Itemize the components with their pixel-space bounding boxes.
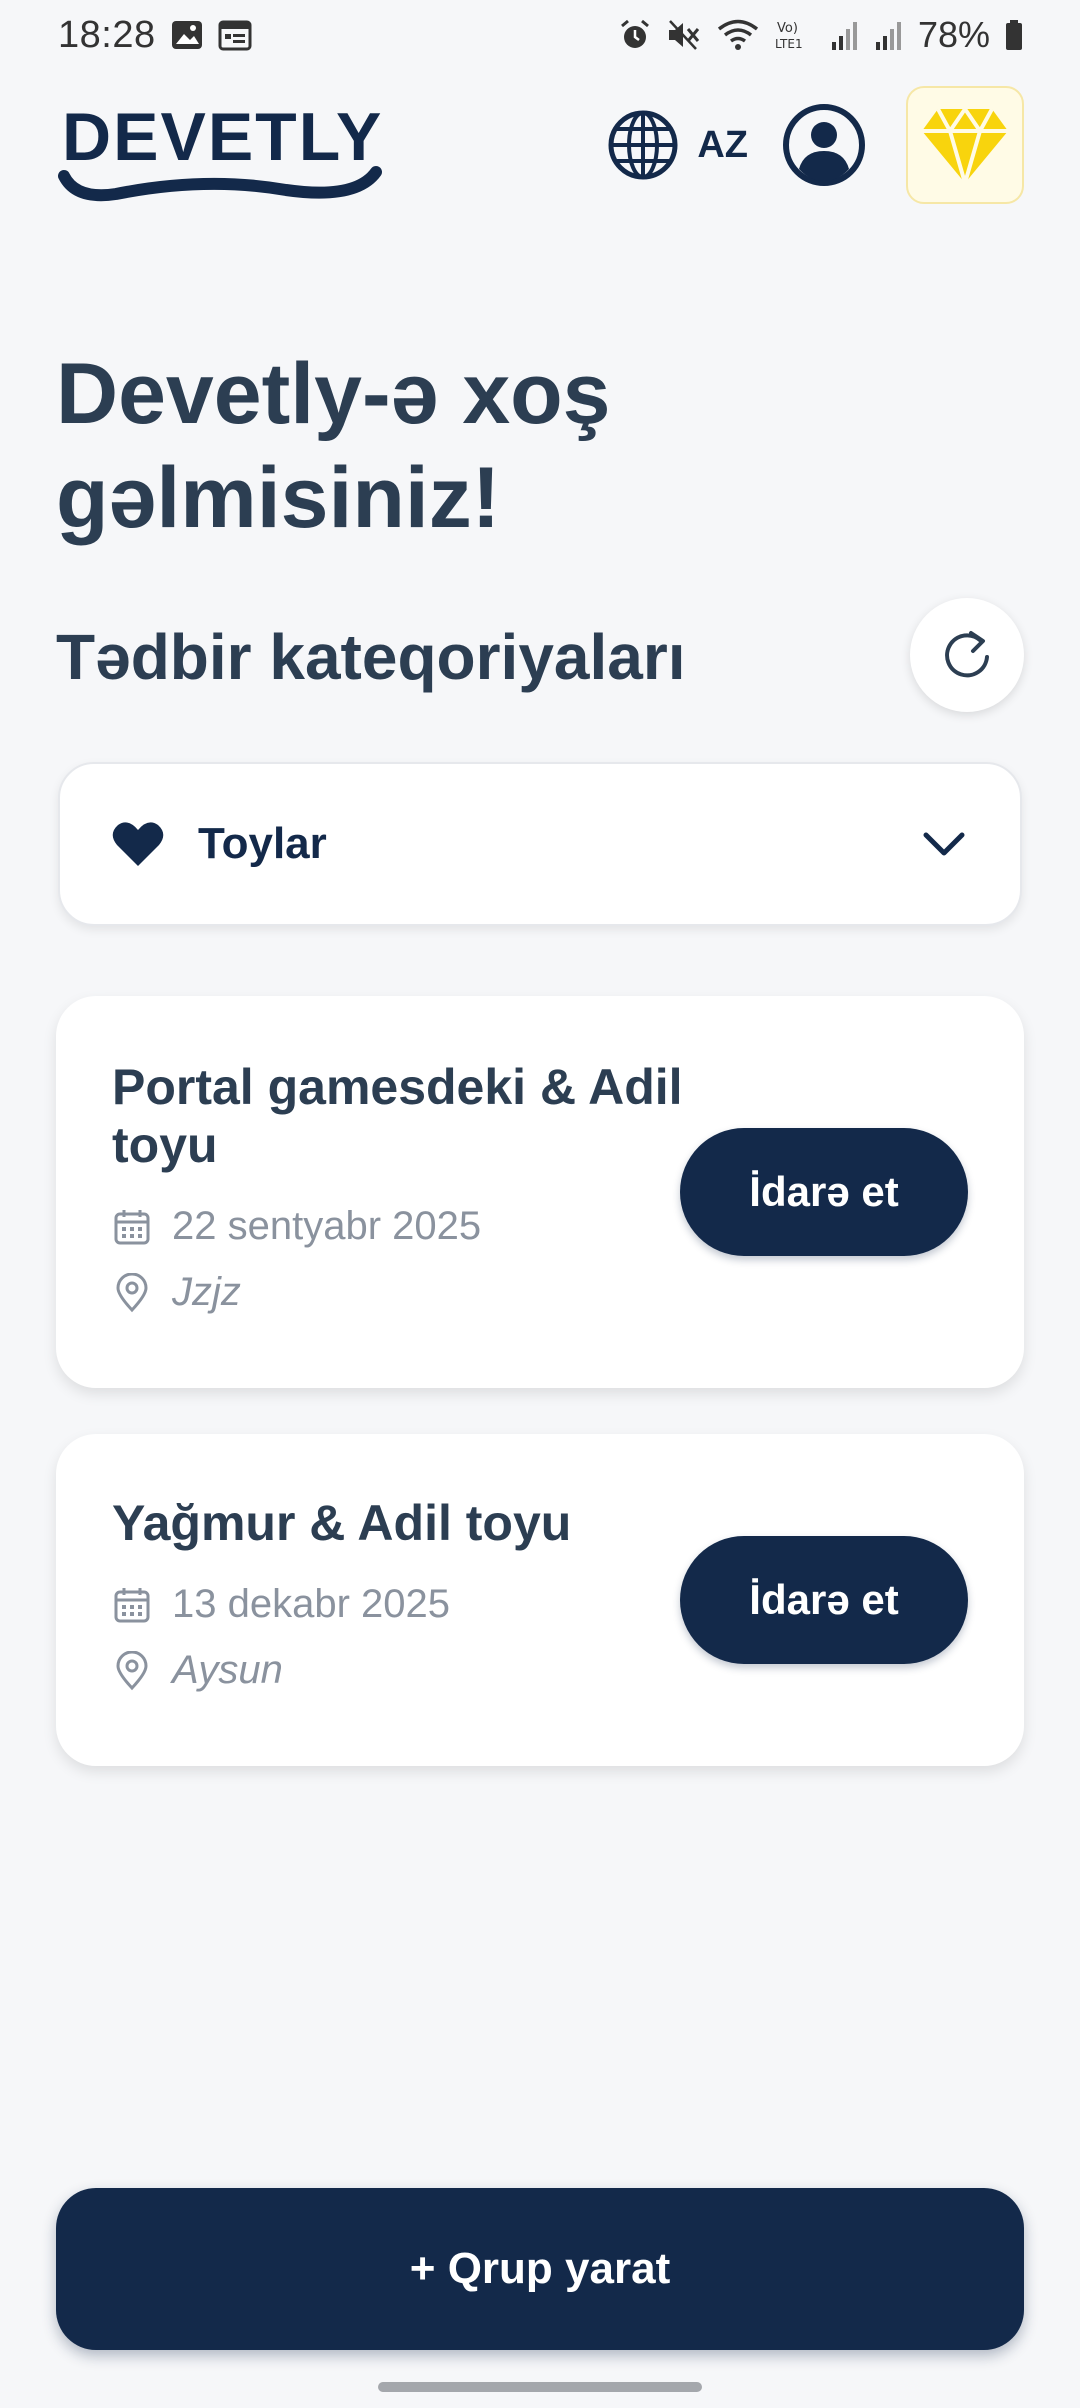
- alarm-icon: [618, 18, 652, 52]
- home-indicator[interactable]: [378, 2382, 702, 2392]
- user-circle-icon: [782, 103, 866, 187]
- event-date-row: 13 dekabr 2025: [114, 1582, 450, 1627]
- map-pin-icon: [114, 1650, 150, 1691]
- devetly-logo[interactable]: DEVETLY: [56, 84, 396, 206]
- language-code: AZ: [697, 123, 748, 166]
- calendar-notification-icon: [218, 18, 252, 52]
- event-location-row: Aysun: [114, 1648, 283, 1693]
- heart-icon: [112, 820, 164, 868]
- header-actions: AZ: [607, 86, 1024, 204]
- status-left: 18:28: [58, 14, 252, 57]
- status-time: 18:28: [58, 13, 156, 56]
- event-date-row: 22 sentyabr 2025: [114, 1204, 481, 1249]
- event-location: Aysun: [172, 1648, 283, 1692]
- app-header: DEVETLY AZ: [56, 84, 1024, 206]
- event-location-row: Jzjz: [114, 1270, 241, 1315]
- refresh-button[interactable]: [910, 598, 1024, 712]
- svg-text:Vo): Vo): [777, 21, 798, 36]
- event-title: Yağmur & Adil toyu: [112, 1495, 572, 1551]
- category-dropdown[interactable]: Toylar: [58, 762, 1022, 926]
- event-date: 13 dekabr 2025: [172, 1582, 451, 1626]
- language-selector[interactable]: AZ: [607, 109, 748, 181]
- event-title: Portal gamesdeki & Adil toyu: [112, 1059, 683, 1173]
- event-card: Yağmur & Adil toyu 13 dekabr 2025 Aysun …: [56, 1434, 1024, 1766]
- mute-icon: [666, 18, 702, 52]
- svg-text:LTE1: LTE1: [775, 37, 803, 51]
- map-pin-icon: [114, 1272, 150, 1313]
- welcome-title: Devetly-ə xoş gəlmisiniz!: [56, 346, 611, 546]
- diamond-icon: [920, 105, 1010, 185]
- logo-text: DEVETLY: [62, 99, 383, 175]
- event-location: Jzjz: [172, 1270, 241, 1314]
- event-date: 22 sentyabr 2025: [172, 1204, 482, 1248]
- gallery-notification-icon: [170, 18, 204, 52]
- battery-icon: [1004, 18, 1024, 52]
- calendar-icon: [114, 1587, 150, 1623]
- status-bar: 18:28 Vo) LTE1 78%: [0, 0, 1080, 70]
- calendar-icon: [114, 1209, 150, 1245]
- chevron-down-icon: [922, 830, 966, 858]
- status-right: Vo) LTE1 78%: [618, 14, 1024, 56]
- manage-event-button[interactable]: İdarə et: [680, 1536, 968, 1664]
- signal-icon-2: [874, 18, 904, 52]
- signal-icon-1: [830, 18, 860, 52]
- categories-title: Tədbir kateqoriyaları: [56, 621, 686, 693]
- profile-button[interactable]: [782, 103, 866, 187]
- premium-button[interactable]: [906, 86, 1024, 204]
- wifi-icon: [716, 18, 760, 52]
- refresh-icon: [939, 627, 995, 683]
- globe-icon: [607, 109, 679, 181]
- manage-event-button[interactable]: İdarə et: [680, 1128, 968, 1256]
- event-card: Portal gamesdeki & Adil toyu 22 sentyabr…: [56, 996, 1024, 1388]
- lte-icon: Vo) LTE1: [774, 18, 816, 52]
- category-selected: Toylar: [198, 819, 327, 868]
- create-group-button[interactable]: + Qrup yarat: [56, 2188, 1024, 2350]
- battery-percent: 78%: [917, 14, 990, 55]
- app-screen: 18:28 Vo) LTE1 78% DEVETLY AZ Devetly-ə …: [0, 0, 1080, 2408]
